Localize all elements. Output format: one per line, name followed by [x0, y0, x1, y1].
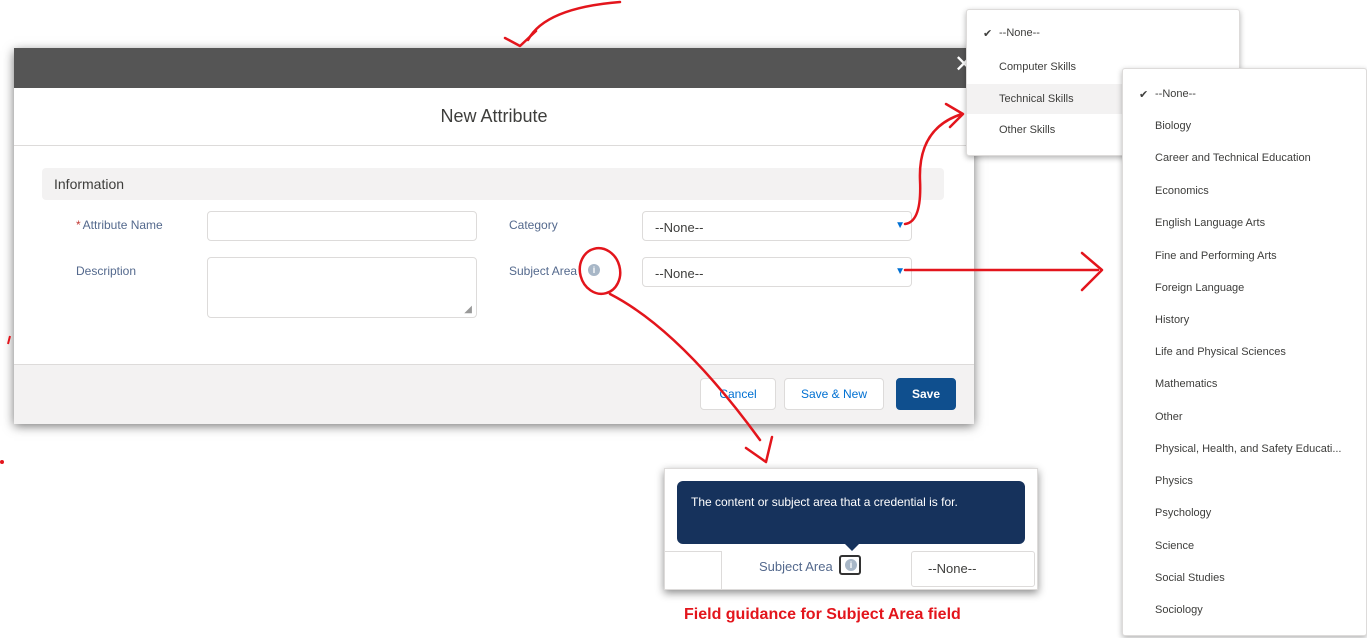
field-guidance-tooltip: The content or subject area that a crede… — [677, 481, 1025, 544]
info-icon[interactable]: i — [845, 559, 857, 571]
subject-area-option[interactable]: Physics — [1155, 475, 1193, 487]
arrow-to-modal — [526, 0, 622, 42]
annotation-caption: Field guidance for Subject Area field — [684, 606, 961, 623]
modal-title: New Attribute — [440, 106, 548, 126]
save-and-new-button[interactable]: Save & New — [784, 378, 884, 410]
subject-area-option[interactable]: Sociology — [1155, 604, 1203, 616]
category-label: Category — [509, 218, 558, 232]
tooltip-text: The content or subject area that a crede… — [691, 495, 958, 509]
subject-area-option[interactable]: Psychology — [1155, 507, 1211, 519]
category-select-value: --None-- — [655, 220, 704, 235]
category-select[interactable]: --None-- ▼ — [642, 211, 912, 241]
subject-area-option[interactable]: Mathematics — [1155, 378, 1217, 390]
subject-area-option[interactable]: Career and Technical Education — [1155, 152, 1311, 164]
modal-footer: Cancel Save & New Save — [14, 364, 974, 424]
chevron-down-icon: ▼ — [895, 220, 905, 231]
inset-subject-area-select[interactable]: --None-- — [911, 551, 1035, 587]
save-button[interactable]: Save — [896, 378, 956, 410]
subject-area-option[interactable]: Life and Physical Sciences — [1155, 346, 1286, 358]
subject-area-option[interactable]: English Language Arts — [1155, 217, 1265, 229]
subject-area-dropdown-list: ✔ --None-- Biology Career and Technical … — [1122, 68, 1367, 636]
attribute-name-input[interactable] — [207, 211, 477, 241]
attribute-name-label: * Attribute Name — [76, 218, 163, 232]
modal-backdrop-bar: ✕ — [14, 48, 974, 88]
new-attribute-modal: ✕ New Attribute Information * Attribute N… — [14, 48, 974, 424]
arrowhead — [503, 29, 538, 48]
section-label: Information — [54, 176, 125, 192]
inset-subject-area-label: Subject Area — [759, 559, 833, 574]
chevron-down-icon: ▼ — [895, 266, 905, 277]
subject-area-option[interactable]: Foreign Language — [1155, 282, 1244, 294]
field-guidance-inset: The content or subject area that a crede… — [664, 468, 1038, 590]
tooltip-pointer — [845, 544, 859, 551]
section-header-information[interactable]: Information — [42, 168, 944, 200]
subject-area-option[interactable]: History — [1155, 314, 1189, 326]
subject-area-select-value: --None-- — [655, 266, 704, 281]
checkmark-icon: ✔ — [1139, 89, 1149, 101]
info-icon[interactable]: i — [588, 264, 600, 276]
cancel-button[interactable]: Cancel — [700, 378, 776, 410]
description-label: Description — [76, 264, 137, 278]
subject-area-option[interactable]: Social Studies — [1155, 572, 1225, 584]
subject-area-option[interactable]: Physical, Health, and Safety Educati... — [1155, 443, 1342, 455]
subject-area-option[interactable]: Science — [1155, 540, 1194, 552]
subject-area-option[interactable]: Economics — [1155, 185, 1209, 197]
inset-input-fragment — [665, 551, 722, 589]
subject-area-select[interactable]: --None-- ▼ — [642, 257, 912, 287]
subject-area-option[interactable]: Fine and Performing Arts — [1155, 250, 1277, 262]
subject-area-label: Subject Area — [509, 264, 578, 278]
modal-header: New Attribute — [14, 88, 974, 146]
required-marker: * — [76, 218, 81, 232]
subject-area-option[interactable]: Biology — [1155, 120, 1191, 132]
subject-area-option[interactable]: Other — [1155, 411, 1183, 423]
category-option[interactable]: --None-- — [967, 23, 1239, 43]
subject-area-option[interactable]: --None-- — [1155, 88, 1196, 100]
resize-handle-icon[interactable]: ◢ — [464, 304, 472, 315]
description-textarea[interactable]: ◢ — [207, 257, 477, 318]
